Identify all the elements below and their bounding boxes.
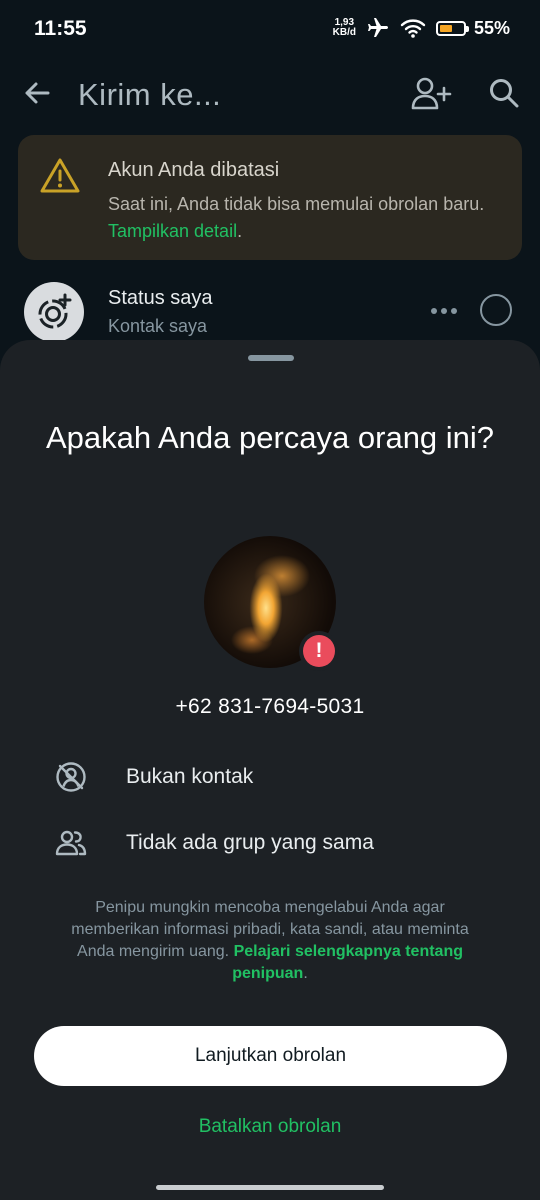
restriction-link-suffix: . — [237, 221, 243, 241]
status-subtitle: Kontak saya — [108, 316, 208, 336]
disclaimer-suffix: . — [303, 965, 308, 982]
group-icon — [55, 830, 87, 856]
app-bar: Kirim ke... — [0, 60, 540, 132]
alert-badge: ! — [299, 631, 339, 671]
add-contact-icon — [411, 77, 452, 110]
restriction-body: Saat ini, Anda tidak bisa memulai obrola… — [108, 191, 508, 245]
show-details-link[interactable]: Tampilkan detail — [108, 221, 237, 241]
status-bar: 11:55 1,93 KB/d 55% — [0, 0, 540, 60]
info-label-not-contact: Bukan kontak — [126, 765, 254, 788]
learn-more-link[interactable]: Pelajari selengkapnya tentang penipuan — [232, 943, 463, 982]
back-button[interactable] — [20, 76, 54, 110]
phone-number: +62 831-7694-5031 — [175, 695, 365, 718]
status-avatar — [24, 282, 84, 342]
battery-indicator: 55% — [435, 17, 510, 39]
wifi-icon — [400, 19, 426, 38]
restriction-text: Saat ini, Anda tidak bisa memulai obrola… — [108, 194, 485, 214]
not-contact-icon — [56, 762, 86, 792]
status-time: 11:55 — [34, 17, 87, 40]
continue-chat-button[interactable]: Lanjutkan obrolan — [34, 1026, 507, 1086]
page-title: Kirim ke... — [78, 77, 222, 112]
airplane-icon — [367, 18, 388, 37]
my-status-item[interactable]: Status saya Kontak saya — [0, 272, 540, 344]
alert-icon: ! — [303, 635, 335, 667]
more-options-icon[interactable] — [430, 307, 458, 315]
navigation-handle[interactable] — [156, 1185, 384, 1190]
add-contact-button[interactable] — [410, 75, 452, 113]
battery-fill — [439, 24, 453, 32]
search-button[interactable] — [486, 75, 522, 111]
trust-bottom-sheet: Apakah Anda percaya orang ini? ! +62 831… — [0, 340, 540, 1200]
network-speed-unit: KB/d — [332, 27, 356, 38]
cancel-chat-button[interactable]: Batalkan obrolan — [0, 1116, 540, 1138]
scam-disclaimer: Penipu mungkin mencoba mengelabui Anda a… — [58, 897, 482, 985]
status-icons: 1,93 KB/d 55% — [333, 16, 510, 40]
select-radio[interactable] — [480, 294, 512, 326]
battery-percent: 55% — [473, 17, 510, 38]
back-arrow-icon — [25, 82, 50, 104]
drag-handle[interactable] — [248, 355, 294, 361]
info-row-no-groups: Tidak ada grup yang sama — [54, 824, 494, 864]
info-row-not-contact: Bukan kontak — [54, 758, 494, 798]
search-icon — [490, 79, 519, 108]
status-ring-icon — [38, 293, 72, 329]
battery-icon — [435, 20, 469, 36]
restriction-title: Akun Anda dibatasi — [108, 159, 280, 181]
restriction-banner: Akun Anda dibatasi Saat ini, Anda tidak … — [18, 135, 522, 260]
contact-avatar: ! — [204, 536, 339, 671]
sheet-title: Apakah Anda percaya orang ini? — [45, 420, 495, 455]
battery-tip — [465, 25, 469, 32]
warning-icon — [40, 158, 80, 193]
network-speed: 1,93 KB/d — [333, 18, 356, 38]
info-label-no-groups: Tidak ada grup yang sama — [126, 831, 374, 854]
status-name: Status saya — [108, 287, 213, 309]
